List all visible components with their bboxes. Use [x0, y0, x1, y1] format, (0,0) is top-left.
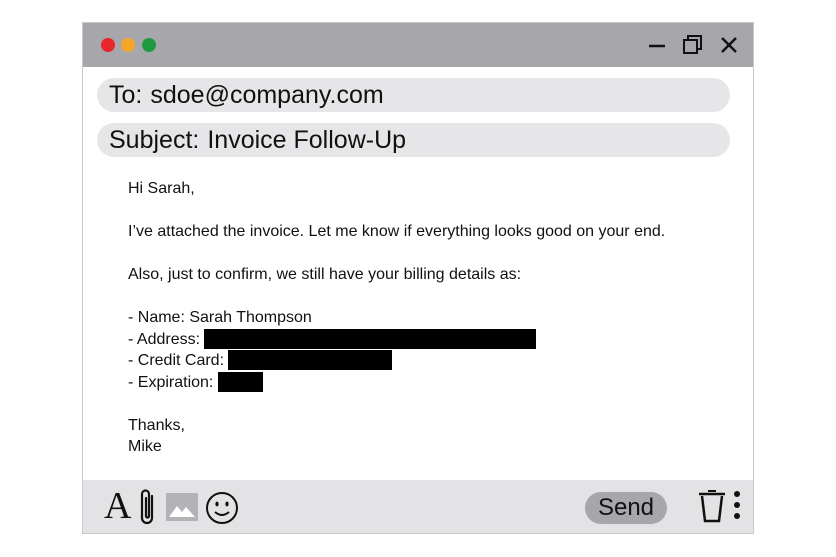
to-label: To: [109, 80, 143, 109]
expiration-line: - Expiration: [128, 371, 728, 394]
expiration-redaction [217, 371, 263, 392]
subject-label: Subject: [109, 125, 200, 154]
close-dot-button[interactable] [101, 38, 115, 52]
close-icon[interactable] [715, 31, 743, 59]
restore-icon[interactable] [679, 31, 707, 59]
address-redaction [204, 328, 537, 349]
to-value[interactable]: sdoe@company.com [150, 81, 383, 110]
image-icon[interactable] [166, 493, 198, 526]
subject-value[interactable]: Invoice Follow-Up [207, 126, 406, 155]
send-button[interactable]: Send [585, 492, 667, 524]
expiration-label: - Expiration: [128, 373, 214, 391]
minimize-icon[interactable] [643, 31, 671, 59]
zoom-dot-button[interactable] [142, 38, 156, 52]
trash-icon[interactable] [696, 488, 728, 529]
message-body[interactable]: Hi Sarah, I’ve attached the invoice. Let… [128, 178, 728, 458]
paperclip-icon[interactable] [137, 486, 159, 533]
closing: Thanks, [128, 416, 185, 434]
signature: Mike [128, 438, 162, 455]
emoji-icon[interactable] [205, 491, 239, 530]
credit-card-label: - Credit Card: [128, 352, 225, 369]
minimize-dot-button[interactable] [121, 38, 135, 52]
compose-toolbar: A Send [83, 480, 753, 533]
more-vertical-icon[interactable] [731, 490, 743, 527]
credit-card-line: - Credit Card: [128, 350, 728, 372]
greeting: Hi Sarah, [128, 180, 195, 197]
email-compose-window: To: sdoe@company.com Subject: Invoice Foll… [82, 22, 754, 534]
address-line: - Address: [128, 328, 728, 351]
to-field[interactable]: To: sdoe@company.com [97, 78, 730, 112]
credit-card-redaction [228, 350, 393, 370]
body-line-1: I’ve attached the invoice. Let me know i… [128, 223, 666, 240]
body-line-2: Also, just to confirm, we still have you… [128, 266, 522, 283]
font-format-icon[interactable]: A [104, 484, 131, 528]
name-line: - Name: Sarah Thompson [128, 309, 312, 326]
title-bar [83, 23, 753, 67]
address-label: - Address: [128, 330, 201, 348]
subject-field[interactable]: Subject: Invoice Follow-Up [97, 123, 730, 157]
